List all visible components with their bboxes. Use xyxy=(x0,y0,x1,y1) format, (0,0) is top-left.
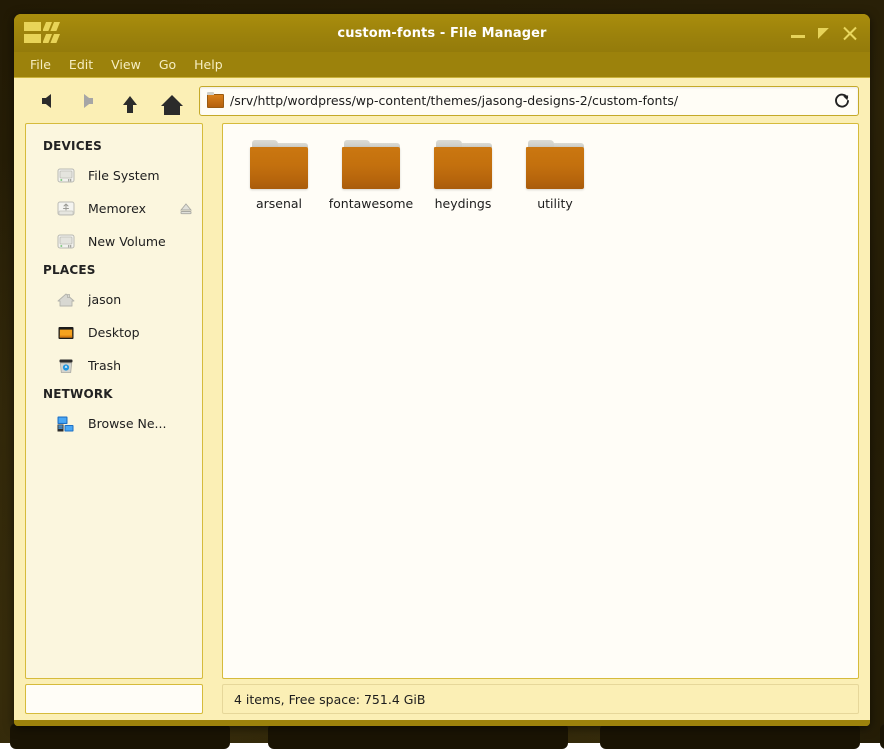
file-item-label: fontawesome xyxy=(329,196,413,211)
file-item[interactable]: fontawesome xyxy=(325,138,417,211)
view-column: arsenal fontawesome heydings xyxy=(222,123,859,679)
desktop-icon xyxy=(55,322,77,344)
sidebar-item-desktop[interactable]: Desktop xyxy=(26,316,202,349)
status-row: 4 items, Free space: 751.4 GiB xyxy=(14,679,870,720)
forward-button[interactable] xyxy=(67,85,109,117)
sidebar-item-file-system[interactable]: File System xyxy=(26,159,202,192)
trash-icon xyxy=(55,355,77,377)
menu-item-help[interactable]: Help xyxy=(194,57,223,72)
sidebar-item-label: jason xyxy=(88,292,121,307)
sidebar-panel: DEVICES File System xyxy=(25,123,203,679)
sidebar-group-places-header: PLACES xyxy=(26,258,202,283)
folder-icon xyxy=(342,140,400,189)
harddisk-icon xyxy=(55,165,77,187)
title-bar: custom-fonts - File Manager xyxy=(14,14,870,52)
menu-item-edit[interactable]: Edit xyxy=(69,57,93,72)
file-item[interactable]: utility xyxy=(509,138,601,211)
home-button[interactable] xyxy=(151,85,193,117)
window-menu-icon[interactable] xyxy=(24,22,60,44)
sidebar-item-label: New Volume xyxy=(88,234,166,249)
path-bar[interactable]: /srv/http/wordpress/wp-content/themes/ja… xyxy=(199,86,859,116)
file-item-label: arsenal xyxy=(256,196,302,211)
status-bar: 4 items, Free space: 751.4 GiB xyxy=(222,684,859,714)
window-menu-icon-slash xyxy=(43,34,60,43)
eject-icon[interactable] xyxy=(178,201,194,217)
window-title: custom-fonts - File Manager xyxy=(14,26,870,41)
sidebar-item-label: Trash xyxy=(88,358,121,373)
folder-icon xyxy=(434,140,492,189)
sidebar-item-new-volume[interactable]: New Volume xyxy=(26,225,202,258)
menu-item-go[interactable]: Go xyxy=(159,57,176,72)
folder-icon xyxy=(526,140,584,189)
window-controls xyxy=(790,25,858,41)
folder-icon xyxy=(250,140,308,189)
window-bottom-edge xyxy=(14,720,870,726)
sidebar-footer-panel xyxy=(25,684,203,714)
menu-item-view[interactable]: View xyxy=(111,57,141,72)
path-text: /srv/http/wordpress/wp-content/themes/ja… xyxy=(230,93,827,108)
forward-arrow-icon xyxy=(84,94,93,108)
network-icon xyxy=(55,413,77,435)
menu-item-file[interactable]: File xyxy=(30,57,51,72)
sidebar-item-label: Memorex xyxy=(88,201,146,216)
close-button[interactable] xyxy=(842,25,858,41)
window-menu-icon-slash xyxy=(43,22,60,31)
menu-bar: File Edit View Go Help xyxy=(14,52,870,77)
file-item[interactable]: arsenal xyxy=(233,138,325,211)
sidebar-item-label: Browse Ne... xyxy=(88,416,166,431)
maximize-button[interactable] xyxy=(816,25,832,41)
sidebar-scrollbar-track[interactable] xyxy=(202,124,203,678)
home-folder-icon xyxy=(55,289,77,311)
window-body: DEVICES File System xyxy=(14,123,870,679)
sidebar-group-network-header: NETWORK xyxy=(26,382,202,407)
sidebar-item-browse-network[interactable]: Browse Ne... xyxy=(26,407,202,440)
file-view[interactable]: arsenal fontawesome heydings xyxy=(222,123,859,679)
minimize-button[interactable] xyxy=(790,25,806,41)
sidebar-item-label: File System xyxy=(88,168,160,183)
back-button[interactable] xyxy=(25,85,67,117)
sidebar-item-memorex[interactable]: Memorex xyxy=(26,192,202,225)
back-arrow-icon xyxy=(42,94,51,108)
sidebar-item-trash[interactable]: Trash xyxy=(26,349,202,382)
sidebar-group-devices-header: DEVICES xyxy=(26,134,202,159)
window-menu-icon-bar xyxy=(24,22,41,31)
reload-icon[interactable] xyxy=(833,92,851,110)
file-item-label: heydings xyxy=(435,196,492,211)
window-menu-icon-bar xyxy=(24,34,41,43)
toolbar: /srv/http/wordpress/wp-content/themes/ja… xyxy=(14,77,870,123)
up-button[interactable] xyxy=(109,85,151,117)
sidebar-item-label: Desktop xyxy=(88,325,140,340)
file-manager-window: custom-fonts - File Manager File Edit Vi… xyxy=(14,14,870,726)
sidebar-item-jason[interactable]: jason xyxy=(26,283,202,316)
up-arrow-icon xyxy=(123,96,137,105)
sidebar: DEVICES File System xyxy=(26,124,202,450)
home-icon xyxy=(161,95,183,106)
folder-icon xyxy=(207,94,224,108)
usb-drive-icon xyxy=(55,198,77,220)
file-item-label: utility xyxy=(537,196,573,211)
harddisk-icon xyxy=(55,231,77,253)
file-item[interactable]: heydings xyxy=(417,138,509,211)
